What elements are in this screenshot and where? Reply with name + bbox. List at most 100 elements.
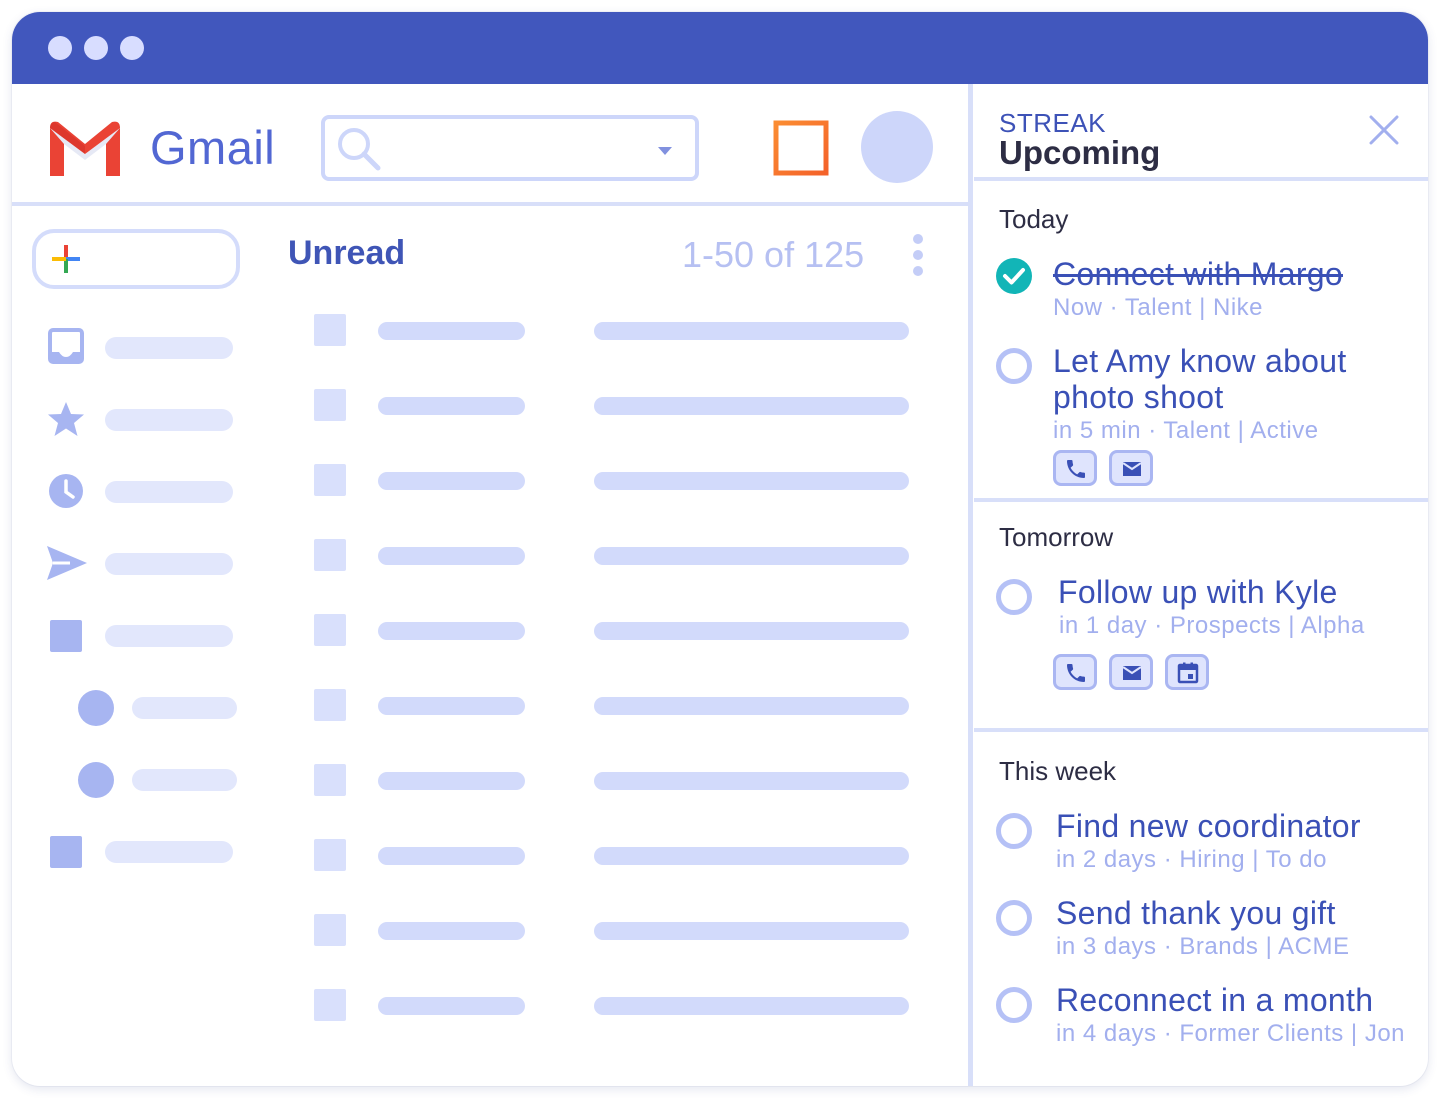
nav-item-bar[interactable] <box>132 769 237 791</box>
subject-placeholder <box>594 472 909 490</box>
avatar[interactable] <box>861 111 933 183</box>
app-window: Gmail Unread 1-50 of 125 STREAK Upcoming… <box>12 12 1428 1086</box>
section-divider <box>974 498 1428 502</box>
sender-placeholder <box>378 997 525 1015</box>
task-checkbox[interactable] <box>996 348 1032 384</box>
nav-item-bar[interactable] <box>105 625 233 647</box>
row-checkbox[interactable] <box>314 464 346 496</box>
send-icon[interactable] <box>46 544 88 587</box>
task-title[interactable]: Send thank you gift <box>1056 895 1336 931</box>
subject-placeholder <box>594 397 909 415</box>
window-titlebar <box>12 12 1428 84</box>
list-row[interactable] <box>312 464 912 498</box>
mail-icon <box>1122 462 1142 476</box>
sender-placeholder <box>378 397 525 415</box>
list-row[interactable] <box>312 989 912 1023</box>
task-checkbox[interactable] <box>996 813 1032 849</box>
window-dot[interactable] <box>48 36 72 60</box>
call-button[interactable] <box>1053 450 1097 486</box>
nav-item-bar[interactable] <box>105 337 233 359</box>
clock-icon[interactable] <box>48 473 84 514</box>
task-meta: Now · Talent | Nike <box>1053 294 1264 321</box>
row-checkbox[interactable] <box>314 539 346 571</box>
subject-placeholder <box>594 547 909 565</box>
row-checkbox[interactable] <box>314 764 346 796</box>
row-checkbox[interactable] <box>314 914 346 946</box>
more-vertical-icon[interactable] <box>910 234 926 278</box>
task-checkbox[interactable] <box>996 987 1032 1023</box>
task-title[interactable]: Find new coordinator <box>1056 808 1361 844</box>
plus-icon <box>50 243 82 280</box>
task-meta: in 3 days · Brands | ACME <box>1056 933 1350 960</box>
section-heading-today: Today <box>999 204 1069 234</box>
list-row[interactable] <box>312 389 912 423</box>
list-row[interactable] <box>312 539 912 573</box>
sender-placeholder <box>378 922 525 940</box>
list-row[interactable] <box>312 614 912 648</box>
calendar-button[interactable] <box>1165 654 1209 690</box>
row-checkbox[interactable] <box>314 389 346 421</box>
sender-placeholder <box>378 697 525 715</box>
circle-icon[interactable] <box>78 762 114 798</box>
subject-placeholder <box>594 847 909 865</box>
nav-item-bar[interactable] <box>105 841 233 863</box>
sender-placeholder <box>378 472 525 490</box>
call-button[interactable] <box>1053 654 1097 690</box>
search-icon <box>335 125 383 178</box>
row-checkbox[interactable] <box>314 839 346 871</box>
task-checkbox[interactable] <box>996 900 1032 936</box>
sender-placeholder <box>378 322 525 340</box>
gmail-logo-icon[interactable] <box>48 120 122 181</box>
close-icon[interactable] <box>1368 114 1400 151</box>
list-row[interactable] <box>312 764 912 798</box>
list-row[interactable] <box>312 689 912 723</box>
window-dot[interactable] <box>120 36 144 60</box>
nav-item-bar[interactable] <box>105 553 233 575</box>
check-circle-icon[interactable] <box>996 258 1032 299</box>
nav-item-bar[interactable] <box>105 409 233 431</box>
panel-title: Upcoming <box>999 134 1161 171</box>
section-heading-tomorrow: Tomorrow <box>999 522 1114 552</box>
task-title[interactable]: Reconnect in a month <box>1056 982 1373 1018</box>
caret-down-icon[interactable] <box>657 143 673 161</box>
compose-button[interactable] <box>32 229 240 289</box>
nav-item-bar[interactable] <box>105 481 233 503</box>
square-icon[interactable] <box>50 620 82 652</box>
search-input[interactable] <box>321 115 699 181</box>
subject-placeholder <box>594 322 909 340</box>
task-meta: in 4 days · Former Clients | Jon <box>1056 1020 1406 1047</box>
subject-placeholder <box>594 772 909 790</box>
nav-item-bar[interactable] <box>132 697 237 719</box>
list-row[interactable] <box>312 839 912 873</box>
row-checkbox[interactable] <box>314 989 346 1021</box>
star-icon[interactable] <box>47 401 85 442</box>
email-button[interactable] <box>1109 654 1153 690</box>
list-row[interactable] <box>312 314 912 348</box>
task-meta: in 2 days · Hiring | To do <box>1056 846 1327 873</box>
task-checkbox[interactable] <box>996 579 1032 615</box>
header-divider <box>12 202 970 206</box>
row-checkbox[interactable] <box>314 314 346 346</box>
square-icon[interactable] <box>50 836 82 868</box>
section-divider <box>974 177 1428 181</box>
task-title[interactable]: Follow up with Kyle <box>1058 574 1338 610</box>
layout-grid-icon[interactable] <box>773 120 829 181</box>
row-checkbox[interactable] <box>314 689 346 721</box>
circle-icon[interactable] <box>78 690 114 726</box>
gmail-brand: Gmail <box>150 121 276 174</box>
mail-icon <box>1122 666 1142 680</box>
email-button[interactable] <box>1109 450 1153 486</box>
sender-placeholder <box>378 772 525 790</box>
task-title[interactable]: photo shoot <box>1053 379 1224 415</box>
subject-placeholder <box>594 697 909 715</box>
window-dot[interactable] <box>84 36 108 60</box>
list-row[interactable] <box>312 914 912 948</box>
row-checkbox[interactable] <box>314 614 346 646</box>
list-count: 1-50 of 125 <box>682 234 865 275</box>
task-title[interactable]: Connect with Margo <box>1053 256 1343 292</box>
task-title[interactable]: Let Amy know about <box>1053 343 1347 379</box>
list-title: Unread <box>288 234 406 272</box>
sender-placeholder <box>378 547 525 565</box>
calendar-icon <box>1177 662 1199 684</box>
inbox-icon[interactable] <box>48 328 84 369</box>
